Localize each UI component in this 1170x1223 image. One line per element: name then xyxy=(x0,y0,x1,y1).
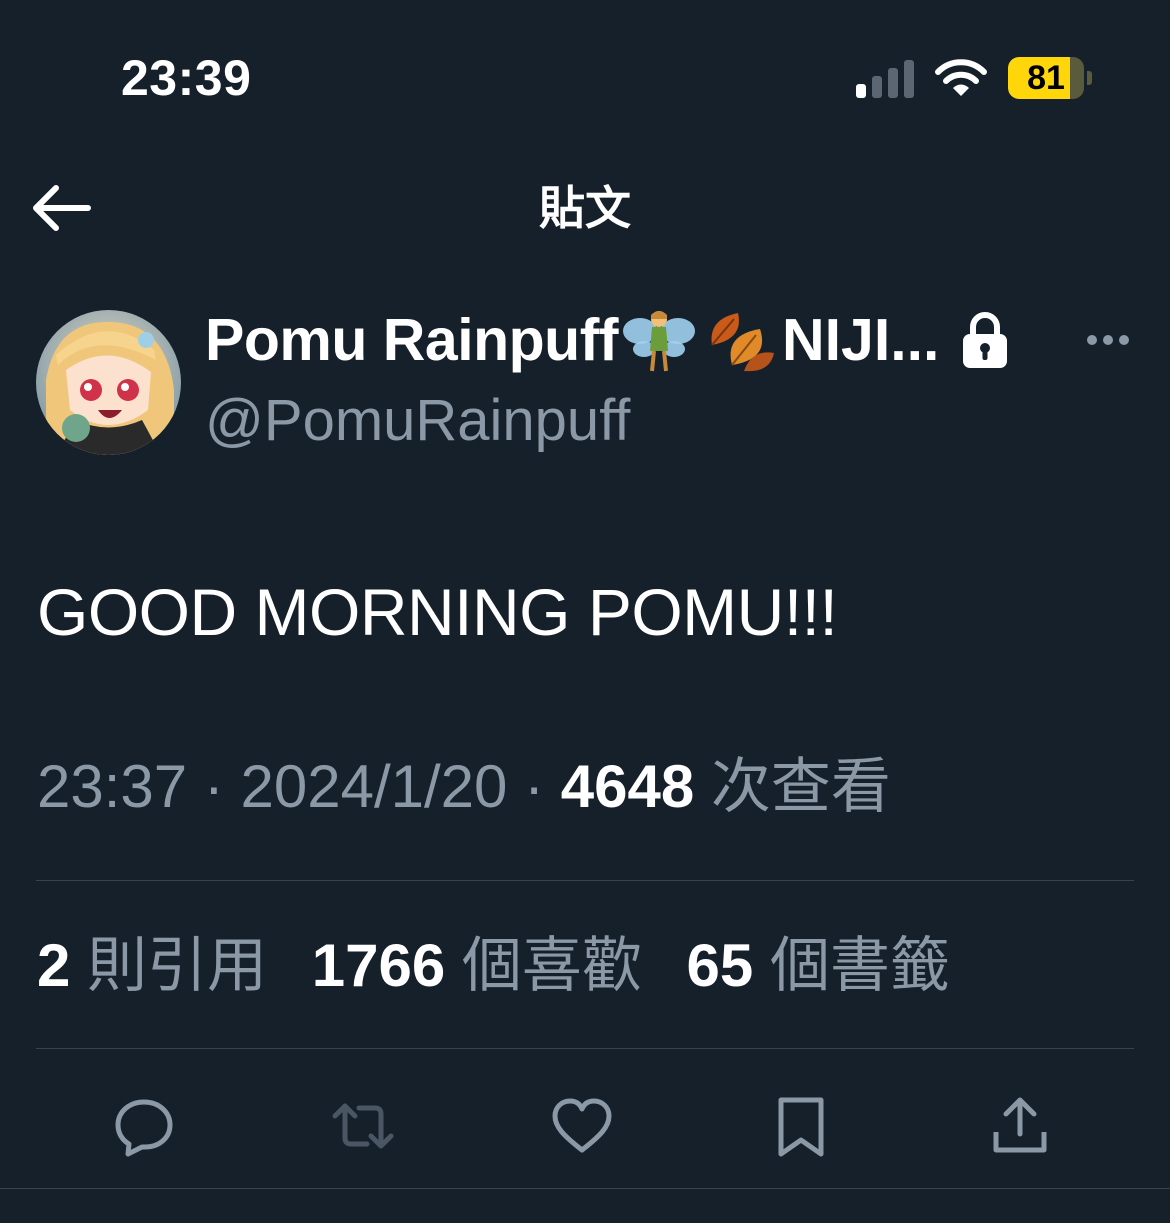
fallen-leaves-icon xyxy=(711,313,775,372)
bookmarks-stat[interactable]: 65 個書籤 xyxy=(687,930,950,1002)
post-screen: 23:39 81 貼文 Pomu Rainpuff NIJI... @PomuR… xyxy=(0,0,1170,1223)
likes-count: 1766 xyxy=(311,932,446,999)
views-count: 4648 xyxy=(560,753,695,820)
repost-button[interactable] xyxy=(331,1094,395,1158)
bookmark-button[interactable] xyxy=(769,1094,833,1158)
lock-icon xyxy=(963,312,1008,368)
wifi-icon xyxy=(935,59,987,96)
engagement-stats: 2 則引用 1766 個喜歡 65 個書籤 xyxy=(37,930,978,1002)
meta-separator: · xyxy=(203,753,224,820)
quotes-count: 2 xyxy=(37,932,71,999)
like-button[interactable] xyxy=(550,1094,614,1158)
divider xyxy=(36,1048,1134,1049)
repost-icon xyxy=(332,1103,394,1149)
more-icon[interactable] xyxy=(1084,326,1132,354)
views-label: 次查看 xyxy=(710,753,891,820)
post-text: GOOD MORNING POMU!!! xyxy=(37,575,838,649)
post-meta: 23:37 · 2024/1/20 · 4648 次查看 xyxy=(37,752,891,822)
display-name: Pomu Rainpuff xyxy=(205,307,619,373)
share-button[interactable] xyxy=(988,1094,1052,1158)
divider xyxy=(0,1188,1170,1189)
likes-label: 個喜歡 xyxy=(461,932,642,999)
avatar[interactable] xyxy=(36,310,181,455)
divider xyxy=(36,880,1134,881)
status-time: 23:39 xyxy=(121,50,252,106)
like-icon xyxy=(552,1098,612,1153)
meta-separator: · xyxy=(524,753,545,820)
reply-icon xyxy=(115,1099,173,1157)
avatar-image xyxy=(36,310,181,455)
battery-icon: 81 xyxy=(1008,57,1092,99)
bookmark-icon xyxy=(778,1097,824,1157)
bookmarks-label: 個書籤 xyxy=(769,932,950,999)
fairy-emoji-icon xyxy=(623,311,696,372)
post-date[interactable]: 2024/1/20 xyxy=(240,753,507,820)
author-handle[interactable]: @PomuRainpuff xyxy=(205,386,630,456)
bookmarks-count: 65 xyxy=(686,932,754,999)
cellular-signal-icon xyxy=(856,58,916,98)
battery-level: 81 xyxy=(1027,59,1065,97)
post-time[interactable]: 23:37 xyxy=(37,753,187,820)
share-icon xyxy=(993,1097,1047,1153)
likes-stat[interactable]: 1766 個喜歡 xyxy=(312,930,642,1002)
quotes-stat[interactable]: 2 則引用 xyxy=(37,930,267,1002)
display-name-row[interactable]: Pomu Rainpuff NIJI... xyxy=(205,302,1009,378)
page-title: 貼文 xyxy=(539,182,631,234)
display-name-suffix: NIJI... xyxy=(782,307,940,373)
reply-button[interactable] xyxy=(112,1094,176,1158)
quotes-label: 則引用 xyxy=(87,932,268,999)
